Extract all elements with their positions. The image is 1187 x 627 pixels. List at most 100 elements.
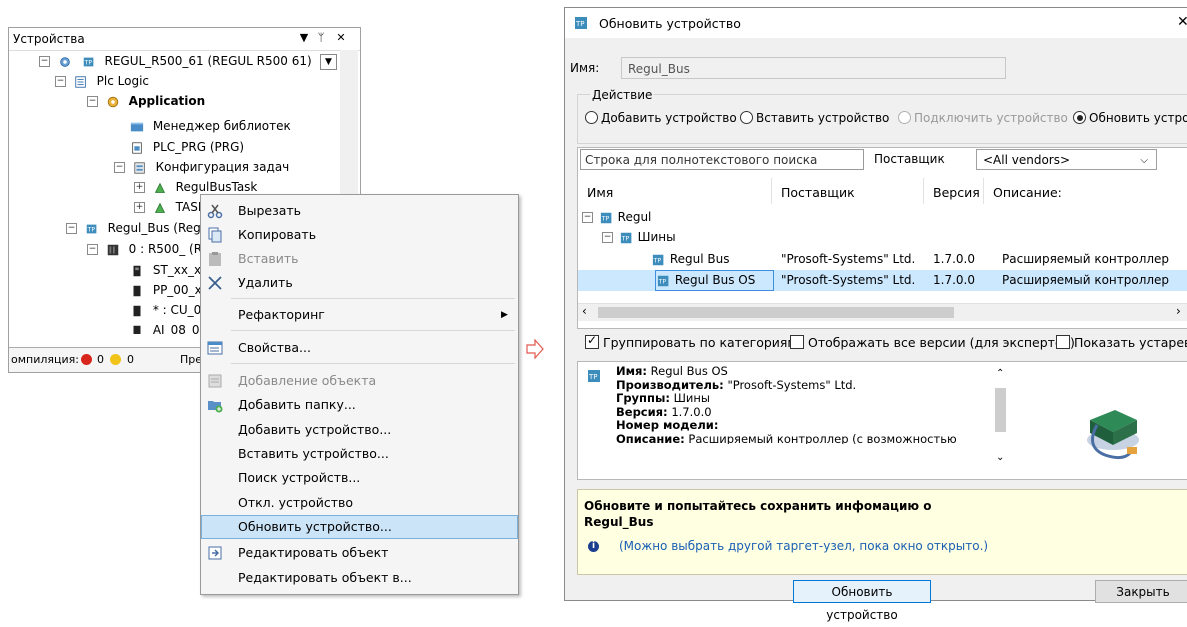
name-field[interactable]: Regul_Bus xyxy=(621,57,1006,79)
pin-icon[interactable]: ᛘ xyxy=(314,31,328,44)
checkbox-unchecked[interactable] xyxy=(790,335,804,349)
tree-item-plc[interactable]: − TP REGUL_R500_61 (REGUL R500 61) xyxy=(39,51,312,71)
dialog-titlebar: TP Обновить устройство ✕ xyxy=(565,8,1187,38)
menu-item-add-folder[interactable]: Добавить папку... xyxy=(201,393,518,417)
catalog-row-regul-bus[interactable]: TP Regul Bus xyxy=(652,249,730,269)
panel-dropdown-icon[interactable]: ▼ xyxy=(297,31,311,44)
info-scrollbar[interactable]: ⌃ ⌄ xyxy=(993,368,1009,468)
collapse-icon[interactable]: − xyxy=(87,244,98,255)
menu-item-insert-device[interactable]: Вставить устройство... xyxy=(201,442,518,466)
collapse-icon[interactable]: − xyxy=(55,76,66,87)
collapse-icon[interactable]: − xyxy=(39,56,50,67)
scroll-down-icon[interactable]: ⌄ xyxy=(996,452,1004,463)
checkbox-label: Показать устареви xyxy=(1074,335,1187,350)
radio-button-selected[interactable] xyxy=(1073,111,1086,124)
radio-update-device[interactable]: Обновить устро xyxy=(1073,111,1187,125)
close-button[interactable]: Закрыть xyxy=(1095,580,1187,603)
menu-item-delete[interactable]: Удалить xyxy=(201,271,518,295)
tree-item-r500[interactable]: − 0 : R500_ (R5 xyxy=(87,239,210,259)
tree-node-buses[interactable]: − TP Шины xyxy=(602,227,676,247)
radio-add-device[interactable]: Добавить устройство xyxy=(585,111,737,125)
radio-button[interactable] xyxy=(740,111,753,124)
vendor-select[interactable]: <All vendors> ⌵ xyxy=(976,149,1157,170)
menu-item-disable-device[interactable]: Откл. устройство xyxy=(201,491,518,515)
tree-item-ai[interactable]: AI_08_04 xyxy=(129,320,207,334)
scroll-right-icon[interactable]: › xyxy=(1176,304,1181,318)
radio-button[interactable] xyxy=(585,111,598,124)
tree-item-task[interactable]: + TASK xyxy=(134,197,206,217)
collapse-icon[interactable]: − xyxy=(66,223,77,234)
scroll-up-icon[interactable]: ⌃ xyxy=(996,368,1004,379)
tree-item-library-manager[interactable]: Менеджер библиотек xyxy=(129,116,291,136)
checkbox-show-all-versions[interactable]: Отображать все версии (для экспертов) xyxy=(790,335,1075,350)
application-gear-icon xyxy=(107,96,119,107)
tree-node-regul[interactable]: − TP Regul xyxy=(582,207,651,227)
info-value: Шины xyxy=(673,391,710,405)
info-value: Расширяемый контроллер (с возможностью xyxy=(688,432,957,444)
menu-item-scan-devices[interactable]: Поиск устройств... xyxy=(201,466,518,490)
collapse-icon[interactable]: − xyxy=(602,232,613,243)
close-icon[interactable]: ✕ xyxy=(334,31,348,44)
tree-item-task-config[interactable]: − Конфигурация задач xyxy=(114,157,289,177)
radio-insert-device[interactable]: Вставить устройство xyxy=(740,111,889,125)
compile-label: омпиляция: xyxy=(11,353,79,366)
cell-name: Regul Bus OS xyxy=(674,273,756,287)
device-icon: TP xyxy=(658,275,669,286)
column-header-vendor[interactable]: Поставщик xyxy=(781,185,855,200)
collapse-icon[interactable]: − xyxy=(114,162,125,173)
info-value: Regul Bus OS xyxy=(650,364,728,378)
tree-item-plc-prg[interactable]: PLC_PRG (PRG) xyxy=(129,137,244,157)
tree-item-st[interactable]: ST_xx_x1 xyxy=(129,260,209,280)
tree-item-plc-logic[interactable]: − Plc Logic xyxy=(55,71,149,91)
catalog-row-regul-bus-os[interactable]: TP Regul Bus OS xyxy=(657,270,756,290)
menu-item-label: Обновить устройство... xyxy=(238,519,392,534)
radio-button[interactable] xyxy=(898,111,911,124)
menu-item-paste[interactable]: Вставить xyxy=(201,247,518,271)
scrollbar-thumb[interactable] xyxy=(598,307,954,318)
cell-vendor: "Prosoft-Systems" Ltd. xyxy=(781,273,916,287)
tree-item-label: Конфигурация задач xyxy=(155,160,290,174)
svg-text:TP: TP xyxy=(86,226,95,233)
cell-version: 1.7.0.0 xyxy=(933,273,975,287)
column-header-description[interactable]: Описание: xyxy=(993,185,1062,200)
horizontal-scrollbar[interactable]: ‹ › xyxy=(578,303,1187,321)
tree-item-pp[interactable]: PP_00_xx xyxy=(129,280,209,300)
radio-plug-device[interactable]: Подключить устройство xyxy=(898,111,1068,125)
collapse-icon[interactable]: − xyxy=(582,212,593,223)
svg-text:TP: TP xyxy=(658,278,667,285)
fulltext-search-input[interactable]: Строка для полнотекстового поиска xyxy=(580,149,864,170)
checkbox-show-outdated[interactable]: Показать устареви xyxy=(1056,335,1187,350)
expand-icon[interactable]: + xyxy=(134,182,145,193)
checkbox-unchecked[interactable] xyxy=(1056,335,1070,349)
svg-text:TP: TP xyxy=(575,20,585,28)
menu-item-edit-object-with[interactable]: Редактировать объект в... xyxy=(201,566,518,590)
close-icon[interactable]: ✕ xyxy=(1177,14,1187,30)
column-header-version[interactable]: Версия xyxy=(933,185,980,200)
plc-logic-icon xyxy=(75,75,86,88)
checkbox-checked[interactable]: ✓ xyxy=(585,333,599,349)
collapse-icon[interactable]: − xyxy=(87,96,98,107)
menu-item-refactoring[interactable]: Рефакторинг ▶ xyxy=(201,303,518,327)
tree-item-label: AI_08_04 xyxy=(152,323,208,334)
menu-item-cut[interactable]: Вырезать xyxy=(201,199,518,223)
tree-item-application[interactable]: − Application xyxy=(87,91,205,111)
checkbox-group-by-category[interactable]: ✓ Группировать по категориям xyxy=(585,333,797,350)
menu-item-add-object[interactable]: Добавление объекта xyxy=(201,369,518,393)
program-icon xyxy=(132,141,142,154)
scroll-left-icon[interactable]: ‹ xyxy=(582,304,587,318)
menu-item-copy[interactable]: Копировать xyxy=(201,223,518,247)
menu-item-add-device[interactable]: Добавить устройство... xyxy=(201,418,518,442)
menu-item-edit-object[interactable]: Редактировать объект xyxy=(201,541,518,565)
menu-item-properties[interactable]: Свойства... xyxy=(201,336,518,360)
scrollbar-thumb[interactable] xyxy=(995,388,1006,432)
expand-icon[interactable]: + xyxy=(134,202,145,213)
tree-item-regul-bus[interactable]: − TP Regul_Bus (Regul xyxy=(66,218,212,238)
column-header-name[interactable]: Имя xyxy=(587,185,613,200)
device-icon: TP xyxy=(86,224,97,233)
tree-dropdown-icon[interactable]: ▼ xyxy=(320,54,337,70)
update-device-button[interactable]: Обновить устройство xyxy=(793,580,931,622)
tree-item-label: Plc Logic xyxy=(96,74,150,88)
menu-item-update-device[interactable]: Обновить устройство... xyxy=(201,515,518,539)
device-info-text: Имя: Regul Bus OS Производитель: "Prosof… xyxy=(616,364,957,444)
tree-item-cu[interactable]: * : CU_00 xyxy=(129,300,209,320)
